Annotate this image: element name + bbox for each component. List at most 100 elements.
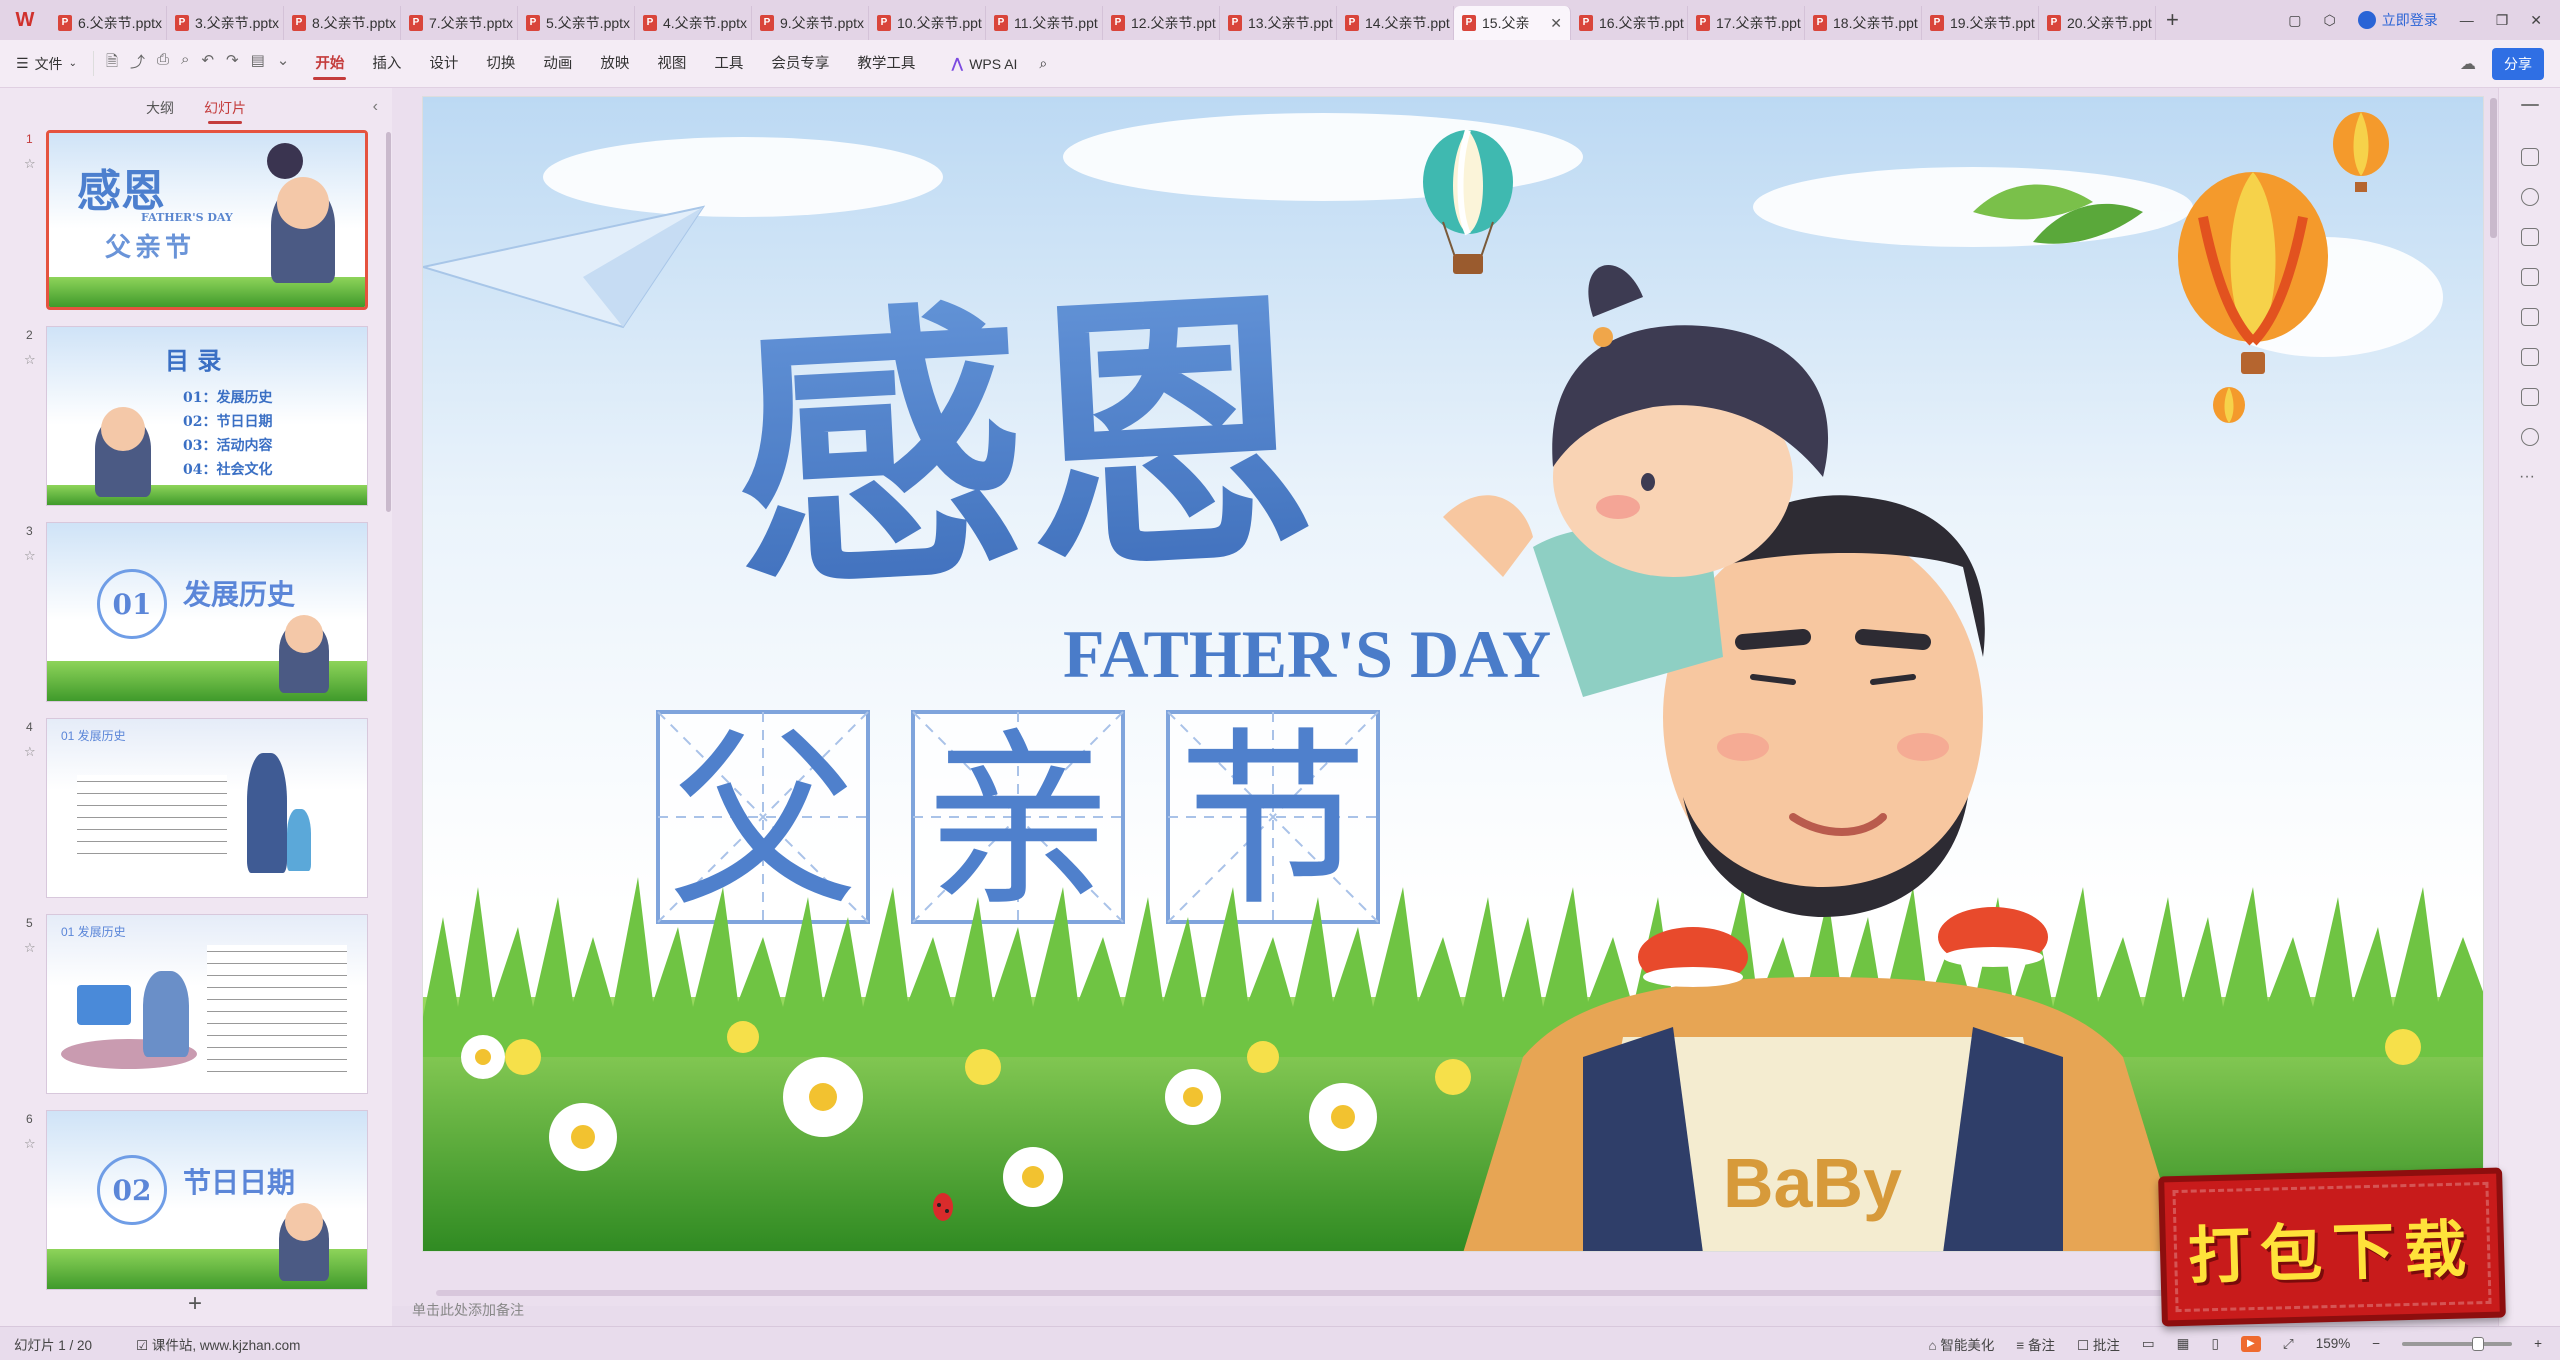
redo-icon[interactable]: ↷ <box>226 51 239 76</box>
preview-icon[interactable]: ⌕ <box>181 51 189 76</box>
tab-document-9[interactable]: P 11.父亲节.ppt <box>986 6 1103 40</box>
tab-document-15[interactable]: P 17.父亲节.ppt <box>1688 6 1805 40</box>
new-tab-button[interactable]: + <box>2166 7 2179 33</box>
slide-preview: 02 节日日期 <box>46 1110 368 1290</box>
help-icon[interactable] <box>2521 428 2539 446</box>
crop-icon[interactable] <box>2521 388 2539 406</box>
tab-document-1[interactable]: P 6.父亲节.pptx <box>50 6 167 40</box>
download-stamp[interactable]: 打包下载 <box>2158 1167 2506 1327</box>
tab-document-7[interactable]: P 9.父亲节.pptx <box>752 6 869 40</box>
tab-document-2[interactable]: P 3.父亲节.pptx <box>167 6 284 40</box>
properties-icon[interactable] <box>2521 148 2539 166</box>
tab-label: 8.父亲节.pptx <box>312 15 397 31</box>
login-button[interactable]: 立即登录 <box>2357 10 2438 30</box>
copy-icon[interactable] <box>2521 228 2539 246</box>
slide-thumbnail-4[interactable]: 4 ☆ 01 发展历史 <box>0 718 392 900</box>
tab-document-11[interactable]: P 13.父亲节.ppt <box>1220 6 1337 40</box>
more-icon[interactable]: ··· <box>2519 468 2535 486</box>
collapse-panel-icon[interactable]: ‹ <box>373 98 378 116</box>
tab-document-8[interactable]: P 10.父亲节.ppt <box>869 6 986 40</box>
tab-document-13[interactable]: P 15.父亲 ✕ <box>1454 6 1571 40</box>
tab-document-6[interactable]: P 4.父亲节.pptx <box>635 6 752 40</box>
skin-icon[interactable]: ⬡ <box>2323 12 2335 29</box>
more-icon[interactable]: ⌄ <box>277 51 290 76</box>
tab-document-17[interactable]: P 19.父亲节.ppt <box>1922 6 2039 40</box>
section-number: 01 <box>97 569 167 639</box>
thumb-title: 目 录 <box>165 346 222 375</box>
zoom-out-icon[interactable]: − <box>2372 1336 2380 1351</box>
tab-document-14[interactable]: P 16.父亲节.ppt <box>1571 6 1688 40</box>
ribbon-tab-1[interactable]: 开始 <box>301 40 358 88</box>
close-tab-icon[interactable]: ✕ <box>1550 15 1562 32</box>
tab-document-12[interactable]: P 14.父亲节.ppt <box>1337 6 1454 40</box>
zoom-slider-knob[interactable] <box>2472 1336 2485 1351</box>
add-slide-button[interactable]: + <box>188 1290 202 1318</box>
wps-logo-icon[interactable]: W <box>0 0 50 40</box>
tab-slides[interactable]: 幻灯片 <box>204 98 246 124</box>
wps-ai-button[interactable]: ⋀ WPS AI ⌕ <box>929 55 1047 72</box>
star-icon[interactable] <box>2521 188 2539 206</box>
zoom-in-icon[interactable]: + <box>2534 1336 2542 1351</box>
slide-thumbnail-6[interactable]: 6 ☆ 02 节日日期 <box>0 1110 392 1292</box>
tab-document-18[interactable]: P 20.父亲节.ppt <box>2039 6 2156 40</box>
beautify-icon: ⌂ <box>1928 1337 1941 1353</box>
slide-thumbnail-1[interactable]: 1 ☆ 感恩 FATHER'S DAY 父亲节 <box>0 130 392 312</box>
tab-document-5[interactable]: P 5.父亲节.pptx <box>518 6 635 40</box>
share-button[interactable]: 分享 <box>2492 47 2544 80</box>
restore-button[interactable]: ❐ <box>2496 12 2509 29</box>
tab-document-3[interactable]: P 8.父亲节.pptx <box>284 6 401 40</box>
smart-beautify-button[interactable]: ⌂ 智能美化 <box>1929 1334 1995 1354</box>
vertical-scrollbar[interactable] <box>2490 98 2497 238</box>
current-slide[interactable]: 感恩 FATHER'S DAY 父 亲 节 BaBy <box>422 96 2484 1252</box>
star-icon[interactable]: ☆ <box>24 156 36 172</box>
file-menu[interactable]: ☰ 文件 ⌄ <box>0 54 93 74</box>
ribbon-tab-8[interactable]: 工具 <box>700 40 757 88</box>
ribbon-tab-7[interactable]: 视图 <box>643 40 700 88</box>
slide-thumbnail-5[interactable]: 5 ☆ 01 发展历史 <box>0 914 392 1096</box>
notes-button[interactable]: ≡ 备注 <box>2016 1334 2055 1354</box>
tab-document-10[interactable]: P 12.父亲节.ppt <box>1103 6 1220 40</box>
close-button[interactable]: ✕ <box>2530 12 2542 29</box>
panel-tabs: 大纲 幻灯片 ‹ <box>0 88 392 128</box>
star-icon[interactable]: ☆ <box>24 548 36 564</box>
normal-view-icon[interactable]: ▭ <box>2142 1336 2155 1352</box>
magic-icon[interactable] <box>2521 308 2539 326</box>
layout-icon[interactable]: ▢ <box>2288 12 2301 29</box>
fit-window-icon[interactable]: ⤢ <box>2283 1336 2294 1352</box>
comments-button[interactable]: ☐ 批注 <box>2077 1334 2120 1354</box>
minimize-button[interactable]: — <box>2460 12 2474 28</box>
save-icon[interactable]: 🗎 <box>106 51 118 76</box>
ribbon-tab-6[interactable]: 放映 <box>586 40 643 88</box>
search-icon[interactable]: ⌕ <box>1039 55 1047 72</box>
tab-document-4[interactable]: P 7.父亲节.pptx <box>401 6 518 40</box>
tab-label: 20.父亲节.ppt <box>2067 15 2152 31</box>
grid-view-icon[interactable]: ▦ <box>2177 1336 2190 1352</box>
ribbon-tab-3[interactable]: 设计 <box>415 40 472 88</box>
tab-label: 11.父亲节.ppt <box>1014 15 1098 31</box>
cloud-sync-icon[interactable]: ☁ <box>2460 54 2476 74</box>
tab-outline[interactable]: 大纲 <box>146 98 174 118</box>
play-slideshow-icon[interactable]: ▶ <box>2240 1335 2261 1352</box>
format-painter-icon[interactable]: ▤ <box>251 51 265 76</box>
ribbon-tab-10[interactable]: 教学工具 <box>843 40 929 88</box>
reading-view-icon[interactable]: ▯ <box>2211 1336 2218 1352</box>
ribbon-tab-2[interactable]: 插入 <box>358 40 415 88</box>
ribbon-tab-9[interactable]: 会员专享 <box>757 40 843 88</box>
star-icon[interactable]: ☆ <box>24 1136 36 1152</box>
print-icon[interactable]: ⎙ <box>157 51 169 76</box>
export-icon[interactable]: ⤴ <box>130 51 145 76</box>
star-icon[interactable]: ☆ <box>24 352 36 368</box>
zoom-level[interactable]: 159% <box>2316 1336 2351 1351</box>
star-icon[interactable]: ☆ <box>24 940 36 956</box>
zoom-slider[interactable] <box>2402 1336 2513 1351</box>
table-icon[interactable] <box>2521 348 2539 366</box>
slide-thumbnail-2[interactable]: 2 ☆ 目 录 01：发展历史 02：节日日期 03：活动内容 04：社会文化 <box>0 326 392 508</box>
image-icon[interactable] <box>2521 268 2539 286</box>
tab-document-16[interactable]: P 18.父亲节.ppt <box>1805 6 1922 40</box>
ribbon-tab-4[interactable]: 切换 <box>472 40 529 88</box>
undo-icon[interactable]: ↶ <box>201 51 214 76</box>
collapse-icon[interactable] <box>2521 104 2539 106</box>
slide-thumbnail-3[interactable]: 3 ☆ 01 发展历史 <box>0 522 392 704</box>
star-icon[interactable]: ☆ <box>24 744 36 760</box>
ribbon-tab-5[interactable]: 动画 <box>529 40 586 88</box>
